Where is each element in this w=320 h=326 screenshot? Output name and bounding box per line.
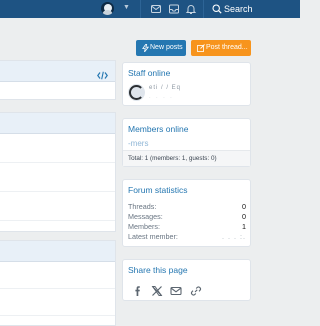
forum-statistics-title: Forum statistics (128, 185, 188, 195)
account-chevron-down-icon[interactable]: ▼ (123, 4, 130, 11)
content-panel (0, 112, 116, 232)
content-panel (0, 60, 116, 100)
staff-avatar[interactable] (128, 84, 145, 101)
list-item[interactable] (0, 262, 115, 289)
conversations-icon[interactable] (168, 3, 180, 15)
stat-value: 0 (242, 202, 246, 211)
share-page-block: Share this page (122, 259, 251, 301)
stat-label: Members: (128, 222, 160, 231)
share-page-title: Share this page (128, 265, 188, 275)
email-icon[interactable] (170, 285, 182, 297)
members-online-footer: Total: 1 (members: 1, guests: 0) (123, 150, 250, 166)
divider (203, 0, 204, 18)
content-panel (0, 240, 116, 326)
stat-label: Threads: (128, 202, 157, 211)
forum-statistics-block: Forum statistics Threads: 0 Messages: 0 … (122, 179, 251, 247)
staff-member-name[interactable]: eti / / Eq (149, 85, 181, 91)
members-online-block: Members online -mers Total: 1 (members: … (122, 118, 251, 167)
list-item[interactable] (0, 134, 115, 163)
staff-online-title[interactable]: Staff online (128, 68, 170, 78)
post-thread-button[interactable]: Post thread... (191, 40, 251, 56)
staff-online-block: Staff online eti / / Eq · · · · (122, 62, 251, 106)
list-item[interactable] (0, 163, 115, 192)
divider (140, 0, 141, 18)
new-posts-label: New posts (150, 44, 183, 51)
panel-header (0, 61, 115, 82)
panel-header (0, 241, 115, 262)
code-icon[interactable] (97, 67, 108, 85)
stat-row-messages: Messages: 0 (128, 212, 247, 221)
main-content-column (0, 60, 116, 326)
stat-value: 1 (242, 222, 246, 231)
link-icon[interactable] (190, 285, 202, 297)
edit-icon (197, 44, 205, 52)
user-avatar[interactable] (101, 2, 114, 15)
latest-member-link[interactable]: . . . :. (222, 232, 246, 241)
staff-member-role: · · · · (149, 95, 174, 101)
online-member-link[interactable]: -mers (128, 139, 148, 148)
online-totals: Total: 1 (members: 1, guests: 0) (128, 155, 217, 162)
stat-row-members: Members: 1 (128, 222, 247, 231)
facebook-icon[interactable] (132, 285, 144, 297)
top-navigation-bar: ▼ Search (0, 0, 300, 18)
inbox-icon[interactable] (150, 3, 162, 15)
stat-value: 0 (242, 212, 246, 221)
x-twitter-icon[interactable] (151, 285, 163, 297)
stat-label: Messages: (128, 212, 163, 221)
panel-header (0, 113, 115, 134)
post-thread-label: Post thread... (206, 44, 248, 51)
list-item[interactable] (0, 192, 115, 221)
search-button[interactable]: Search (206, 0, 266, 18)
stat-row-latest-member: Latest member: . . . :. (128, 232, 247, 241)
lightning-icon (142, 44, 149, 52)
search-icon (212, 4, 222, 14)
new-posts-button[interactable]: New posts (136, 40, 186, 56)
bell-icon[interactable] (185, 3, 197, 15)
stat-row-threads: Threads: 0 (128, 202, 247, 211)
stat-label: Latest member: (128, 232, 178, 241)
members-online-title[interactable]: Members online (128, 124, 188, 134)
search-label: Search (224, 4, 253, 14)
list-item[interactable] (0, 289, 115, 316)
